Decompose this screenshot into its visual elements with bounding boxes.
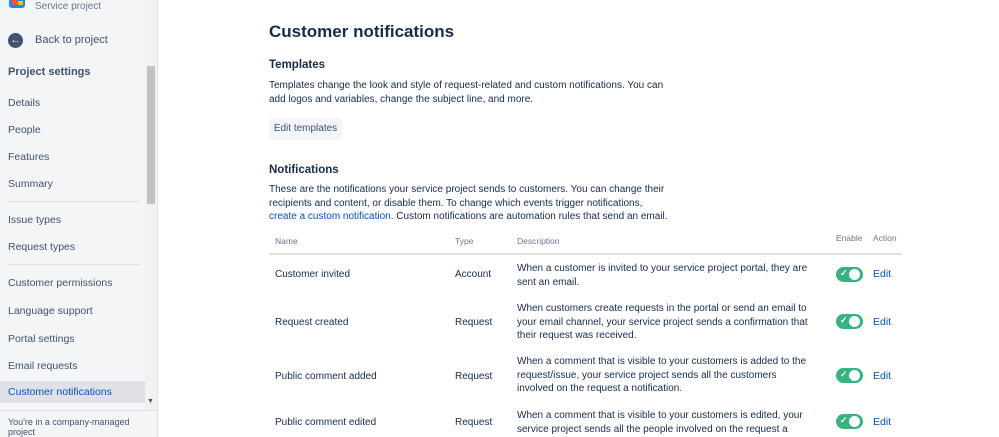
toggle-knob [849, 416, 860, 427]
sidebar-item-issue-types[interactable]: Issue types [0, 209, 145, 231]
page-title: Customer notifications [269, 22, 455, 41]
column-header-type: Type [455, 236, 474, 246]
enable-toggle[interactable]: ✓ [836, 267, 863, 282]
column-header-name: Name [275, 236, 298, 246]
check-icon: ✓ [840, 315, 848, 325]
sidebar-item-features[interactable]: Features [0, 146, 145, 168]
row-description: When a comment that is visible to your c… [517, 410, 803, 435]
back-label: Back to project [35, 34, 108, 46]
row-name: Request created [275, 317, 349, 328]
edit-link[interactable]: Edit [873, 316, 891, 328]
enable-toggle[interactable]: ✓ [836, 414, 863, 429]
sidebar-item-portal-settings[interactable]: Portal settings [0, 328, 145, 350]
row-description: When a comment that is visible to your c… [517, 356, 807, 394]
row-description: When customers create requests in the po… [517, 303, 808, 341]
sidebar-item-email-requests[interactable]: Email requests [0, 355, 145, 377]
row-type: Account [455, 269, 492, 280]
create-custom-notification-link[interactable]: create a custom notification [269, 211, 391, 222]
row-type: Request [455, 317, 493, 328]
arrow-left-icon: ← [8, 32, 23, 48]
edit-link[interactable]: Edit [873, 370, 891, 382]
notifications-description: These are the notifications your service… [269, 183, 669, 224]
sidebar-divider [8, 201, 140, 202]
sidebar-item-language-support[interactable]: Language support [0, 300, 145, 322]
table-header-rule [269, 253, 902, 255]
templates-description: Templates change the look and style of r… [269, 80, 664, 105]
sidebar-item-customer-permissions[interactable]: Customer permissions [0, 272, 145, 294]
scroll-down-arrow-icon[interactable]: ▼ [147, 398, 154, 405]
check-icon: ✓ [840, 415, 848, 425]
column-header-description: Description [517, 236, 560, 246]
row-name: Public comment edited [275, 417, 377, 428]
project-header[interactable]: Service project [0, 0, 145, 20]
edit-link[interactable]: Edit [873, 416, 891, 428]
project-type-note: You're in a company-managed project [0, 410, 157, 437]
sidebar-divider [8, 264, 140, 265]
row-name: Public comment added [275, 371, 377, 382]
notifications-description-text: These are the notifications your service… [269, 184, 665, 209]
enable-toggle[interactable]: ✓ [836, 314, 863, 329]
project-type-label: Service project [35, 1, 102, 12]
notifications-description-text-end: . Custom notifications are automation ru… [390, 211, 668, 222]
sidebar-item-people[interactable]: People [0, 119, 145, 141]
edit-link[interactable]: Edit [873, 268, 891, 280]
templates-heading: Templates [269, 59, 326, 71]
back-to-project-link[interactable]: ← Back to project [8, 31, 108, 49]
row-description: When a customer is invited to your servi… [517, 263, 808, 288]
scrollbar-thumb[interactable] [147, 66, 155, 204]
sidebar-item-summary[interactable]: Summary [0, 173, 145, 195]
project-logo-icon [9, 0, 25, 8]
toggle-knob [849, 316, 860, 327]
enable-toggle[interactable]: ✓ [836, 368, 863, 383]
toggle-knob [849, 370, 860, 381]
sidebar-item-request-types[interactable]: Request types [0, 236, 145, 258]
column-header-enable: Enable [836, 233, 863, 243]
row-type: Request [455, 371, 493, 382]
column-header-action: Action [873, 233, 897, 243]
project-settings-heading: Project settings [8, 66, 91, 78]
sidebar: Service project ← Back to project Projec… [0, 0, 158, 437]
sidebar-scrollbar[interactable] [145, 0, 157, 410]
row-name: Customer invited [275, 269, 351, 280]
check-icon: ✓ [840, 268, 848, 278]
toggle-knob [849, 269, 860, 280]
check-icon: ✓ [840, 369, 848, 379]
notifications-heading: Notifications [269, 164, 339, 176]
sidebar-item-customer-notifications[interactable]: Customer notifications [0, 381, 145, 403]
sidebar-item-details[interactable]: Details [0, 92, 145, 114]
edit-templates-button[interactable]: Edit templates [269, 118, 342, 140]
row-type: Request [455, 417, 493, 428]
